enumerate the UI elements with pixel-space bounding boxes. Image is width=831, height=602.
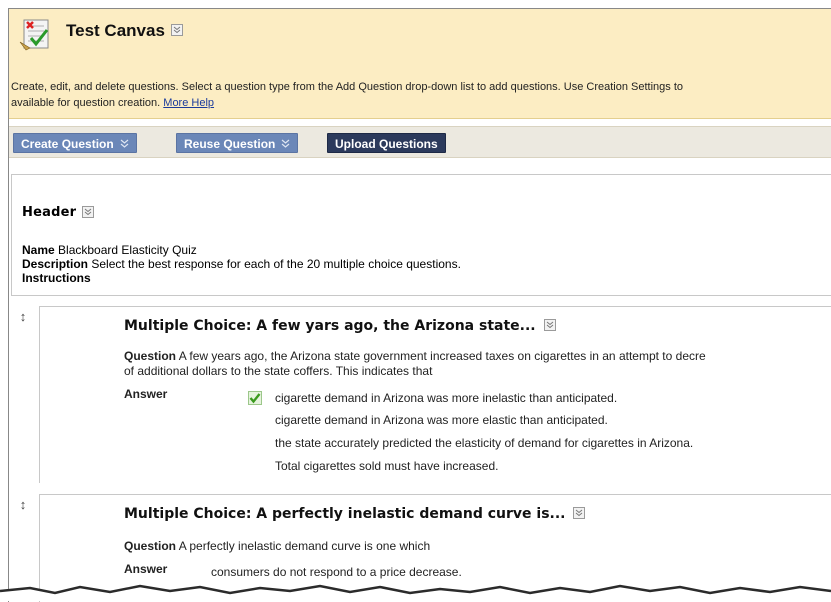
question-text-line-1: A perfectly inelastic demand curve is on… [178, 539, 431, 553]
question-title: Multiple Choice: A perfectly inelastic d… [124, 506, 586, 522]
answer-option: the state accurately predicted the elast… [275, 436, 694, 450]
header-title-text: Header [22, 205, 77, 220]
drag-handle-icon[interactable]: ↕ [13, 308, 33, 326]
name-value: Blackboard Elasticity Quiz [58, 243, 197, 257]
reuse-question-label: Reuse Question [184, 137, 276, 151]
test-name-row: Name Blackboard Elasticity Quiz [22, 243, 197, 257]
answer-label: Answer [124, 562, 168, 576]
drag-handle-icon[interactable]: ↕ [13, 496, 33, 514]
answer-option: cigarette demand in Arizona was more ela… [275, 413, 608, 427]
test-instructions-row: Instructions [22, 271, 91, 285]
answer-label: Answer [124, 387, 168, 401]
question-text: Question A perfectly inelastic demand cu… [124, 539, 430, 554]
question-title: Multiple Choice: A few yars ago, the Ari… [124, 318, 556, 334]
create-question-label: Create Question [21, 137, 114, 151]
description-label: Description [22, 257, 89, 271]
question-card: Multiple Choice: A few yars ago, the Ari… [39, 306, 831, 483]
upload-questions-button[interactable]: Upload Questions [327, 133, 446, 153]
test-header-section: Header Name Blackboard Elasticity Quiz D… [11, 174, 831, 296]
question-text: Question A few years ago, the Arizona st… [124, 349, 706, 379]
chevron-down-icon[interactable] [543, 319, 556, 331]
question-row: ↕ Multiple Choice: A few yars ago, the A… [11, 306, 831, 483]
page-header-band: Test Canvas Create, edit, and delete que… [9, 9, 831, 119]
more-help-link[interactable]: More Help [163, 97, 214, 109]
description-value: Select the best response for each of the… [91, 257, 461, 271]
chevron-down-icon [120, 134, 129, 154]
test-canvas-icon [18, 16, 54, 52]
test-canvas-page: Test Canvas Create, edit, and delete que… [8, 8, 831, 602]
answer-option: cigarette demand in Arizona was more ine… [275, 391, 618, 405]
correct-check-icon [248, 391, 262, 405]
question-text-line-2: of additional dollars to the state coffe… [124, 364, 433, 378]
header-section-title: Header [22, 205, 95, 220]
chevron-down-icon [281, 134, 290, 154]
test-description-row: Description Select the best response for… [22, 257, 461, 271]
question-text-line-1: A few years ago, the Arizona state gover… [178, 349, 706, 363]
reuse-question-button[interactable]: Reuse Question [176, 133, 299, 154]
answer-option: Total cigarettes sold must have increase… [275, 459, 499, 473]
chevron-down-icon[interactable] [82, 205, 95, 218]
question-label: Question [124, 539, 177, 553]
torn-edge-decoration [0, 584, 831, 601]
page-title: Test Canvas [66, 21, 183, 41]
chevron-down-icon[interactable] [170, 23, 183, 36]
question-title-text: Multiple Choice: A perfectly inelastic d… [124, 506, 566, 522]
action-bar: Create Question Reuse Question Upload Qu… [9, 126, 831, 158]
instructions-label: Instructions [22, 271, 91, 285]
name-label: Name [22, 243, 55, 257]
page-instructions: Create, edit, and delete questions. Sele… [11, 79, 831, 111]
instructions-line-1: Create, edit, and delete questions. Sele… [11, 81, 684, 93]
page-title-text: Test Canvas [66, 21, 165, 40]
instructions-line-2: available for question creation. [11, 97, 161, 109]
create-question-button[interactable]: Create Question [13, 133, 137, 153]
question-title-text: Multiple Choice: A few yars ago, the Ari… [124, 318, 536, 334]
question-label: Question [124, 349, 177, 363]
answer-option: consumers do not respond to a price decr… [211, 565, 462, 579]
chevron-down-icon[interactable] [573, 507, 586, 519]
